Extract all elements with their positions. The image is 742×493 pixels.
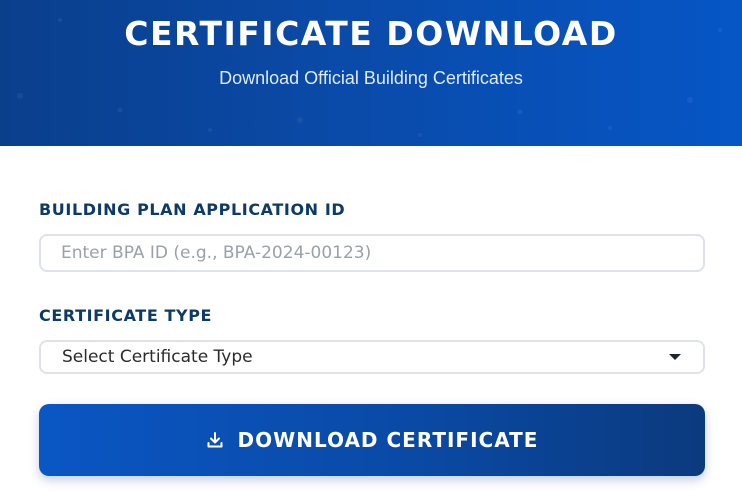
page-title: CERTIFICATE DOWNLOAD: [124, 14, 618, 53]
download-button-label: DOWNLOAD CERTIFICATE: [237, 428, 539, 452]
bpa-id-input[interactable]: [39, 234, 705, 272]
bpa-id-label: BUILDING PLAN APPLICATION ID: [39, 200, 346, 219]
download-certificate-button[interactable]: DOWNLOAD CERTIFICATE: [39, 404, 705, 476]
download-icon: [207, 432, 223, 448]
chevron-down-icon: [669, 354, 681, 360]
certificate-type-label: CERTIFICATE TYPE: [39, 306, 213, 325]
certificate-download-page: CERTIFICATE DOWNLOAD Download Official B…: [0, 0, 742, 493]
page-header: CERTIFICATE DOWNLOAD Download Official B…: [0, 0, 742, 146]
page-subtitle: Download Official Building Certificates: [219, 68, 523, 88]
certificate-type-select[interactable]: Select Certificate Type: [39, 340, 705, 374]
certificate-type-value: Select Certificate Type: [62, 347, 253, 367]
